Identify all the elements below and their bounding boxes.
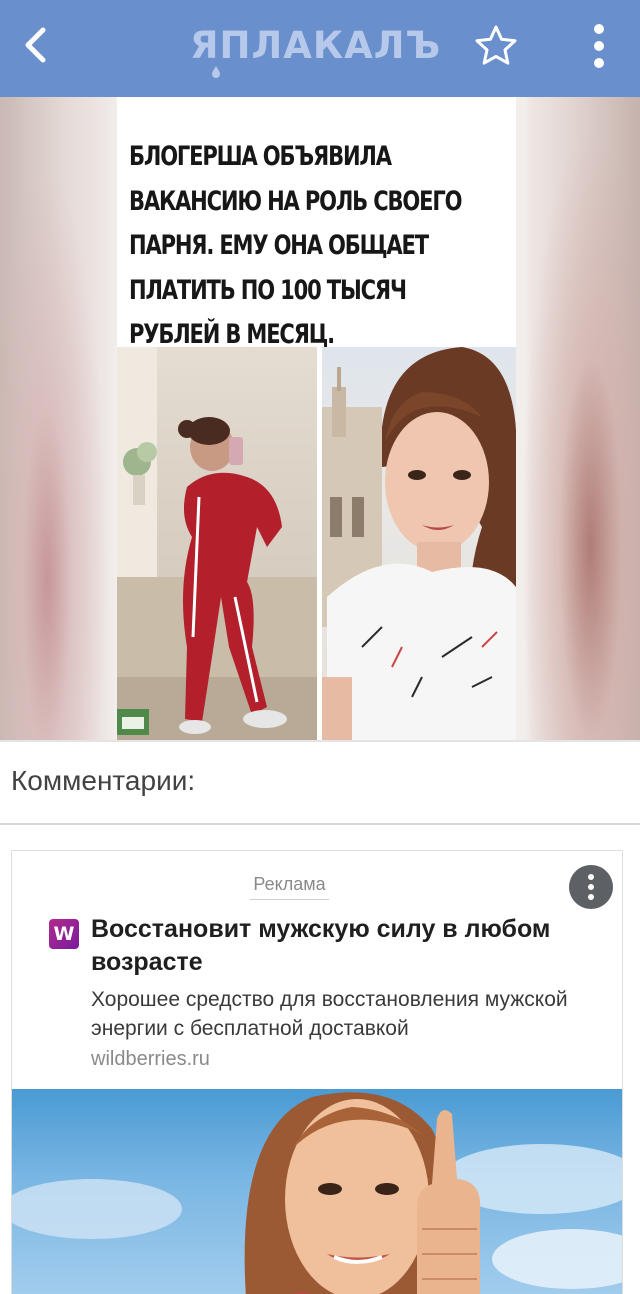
photo-girl-portrait (322, 347, 516, 740)
blur-background-right (516, 97, 640, 740)
overflow-menu-button[interactable] (584, 20, 614, 72)
blur-background-left (0, 97, 118, 740)
drop-icon (212, 66, 220, 78)
chevron-left-icon (25, 27, 46, 63)
site-logo-text: ЯПЛАКАЛЪ (190, 24, 442, 67)
wildberries-logo: W (49, 919, 79, 949)
post-image-area[interactable]: БЛОГЕРША ОБЪЯВИЛА ВАКАНСИЮ НА РОЛЬ СВОЕГ… (0, 97, 640, 740)
meme-caption: БЛОГЕРША ОБЪЯВИЛА ВАКАНСИЮ НА РОЛЬ СВОЕГ… (129, 141, 462, 350)
app-header: ЯПЛАКАЛЪ (0, 0, 640, 97)
comments-heading: Комментарии: (11, 765, 196, 796)
ad-label-row: Реклама (12, 874, 567, 900)
star-outline-icon (475, 25, 517, 65)
back-button[interactable] (12, 22, 58, 68)
ad-options-button[interactable] (569, 865, 613, 909)
ad-card[interactable]: Реклама W Восстановит мужскую силу в люб… (11, 850, 623, 1294)
ad-description[interactable]: Хорошее средство для восстановления мужс… (91, 985, 611, 1043)
site-logo[interactable]: ЯПЛАКАЛЪ (190, 22, 442, 78)
post-image[interactable]: БЛОГЕРША ОБЪЯВИЛА ВАКАНСИЮ НА РОЛЬ СВОЕГ… (117, 97, 516, 740)
comments-divider (0, 823, 640, 825)
section-divider (0, 740, 640, 742)
more-vertical-icon (594, 24, 604, 68)
ad-domain[interactable]: wildberries.ru (91, 1048, 210, 1071)
ad-image[interactable] (12, 1089, 622, 1294)
ad-label: Реклама (250, 874, 329, 900)
photo-girl-tracksuit (117, 347, 322, 740)
ad-title[interactable]: Восстановит мужскую силу в любом возраст… (91, 913, 611, 979)
favorite-button[interactable] (474, 24, 518, 68)
